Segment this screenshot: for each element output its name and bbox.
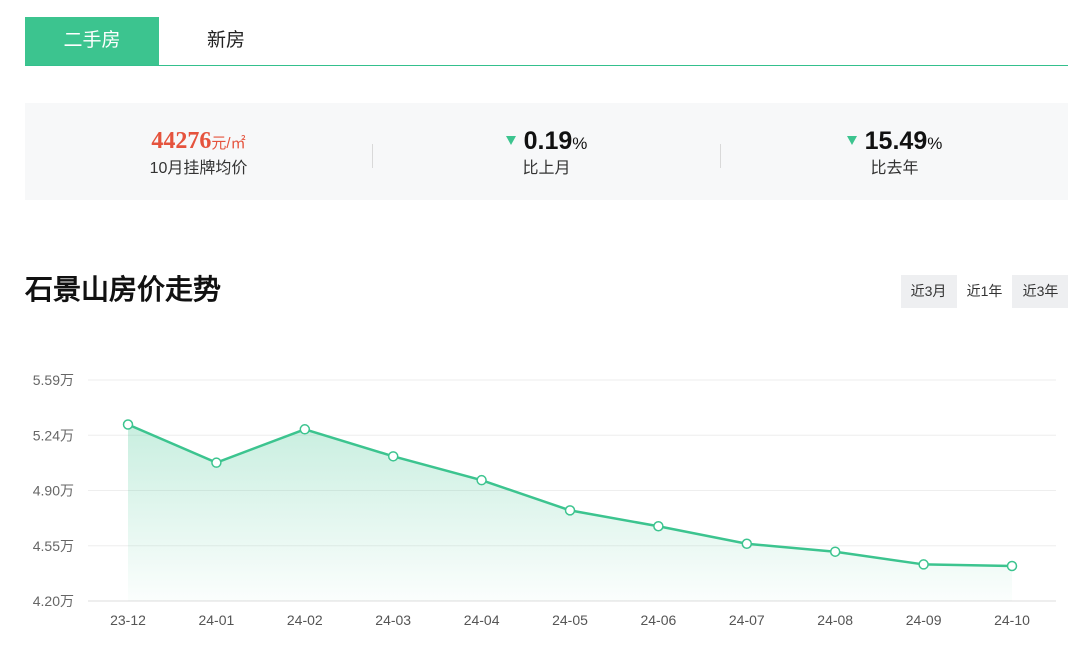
yoy-change-value: 15.49: [864, 127, 928, 155]
data-point: [653, 521, 664, 532]
x-tick-label: 24-05: [552, 612, 588, 628]
y-tick-label: 4.90万: [33, 483, 74, 499]
yoy-change-label: 比去年: [870, 160, 919, 177]
house-type-tabs: 二手房 新房: [25, 17, 1068, 66]
x-tick-label: 24-09: [906, 612, 942, 628]
stat-average-price: 44276元/㎡ 10月挂牌均价: [25, 103, 372, 200]
x-tick-label: 24-02: [287, 612, 323, 628]
down-triangle-icon: [846, 136, 857, 145]
data-point: [918, 559, 929, 570]
time-range-switcher: 近3月 近1年 近3年: [901, 275, 1068, 308]
x-tick-label: 24-08: [817, 612, 853, 628]
tab-second-hand[interactable]: 二手房: [25, 17, 159, 65]
data-point: [122, 419, 134, 430]
stat-month-over-month: 0.19% 比上月: [373, 103, 720, 200]
range-3-years[interactable]: 近3年: [1013, 275, 1068, 308]
data-point: [1006, 560, 1018, 572]
y-tick-label: 5.24万: [33, 427, 74, 443]
range-1-year[interactable]: 近1年: [957, 275, 1012, 308]
price-stats-panel: 44276元/㎡ 10月挂牌均价 0.19% 比上月 15.49% 比去年: [25, 103, 1068, 200]
y-tick-label: 4.20万: [33, 593, 74, 609]
data-point: [476, 474, 487, 486]
x-tick-label: 24-01: [198, 612, 234, 628]
data-point: [741, 538, 753, 550]
yoy-change-unit: %: [927, 134, 943, 153]
down-triangle-icon: [505, 136, 516, 145]
tab-new-house[interactable]: 新房: [159, 17, 293, 65]
x-tick-label: 24-04: [464, 612, 500, 628]
price-trend-chart: 5.59万 5.24万 4.90万 4.55万 4.20万 23-12 24-01 24-02…: [33, 372, 1056, 628]
average-price-unit: 元/㎡: [211, 135, 246, 152]
x-tick-label: 24-03: [375, 612, 411, 628]
data-point: [387, 451, 399, 462]
x-tick-label: 24-07: [729, 612, 765, 628]
stat-year-over-year: 15.49% 比去年: [721, 103, 1068, 200]
mom-change-unit: %: [572, 134, 588, 153]
mom-change-label: 比上月: [522, 160, 571, 177]
x-tick-label: 23-12: [110, 612, 146, 628]
average-price-label: 10月挂牌均价: [149, 160, 248, 177]
range-3-months[interactable]: 近3月: [901, 275, 956, 308]
x-tick-label: 24-06: [640, 612, 676, 628]
data-point: [829, 546, 841, 557]
chart-title: 石景山房价走势: [25, 274, 222, 305]
data-point: [211, 457, 222, 468]
data-point: [564, 505, 576, 516]
mom-change-value: 0.19: [523, 127, 573, 155]
y-tick-label: 4.55万: [33, 538, 74, 554]
y-tick-label: 5.59万: [33, 372, 74, 388]
x-tick-label: 24-10: [994, 612, 1030, 628]
average-price-value: 44276: [151, 128, 212, 154]
data-point: [299, 424, 311, 435]
